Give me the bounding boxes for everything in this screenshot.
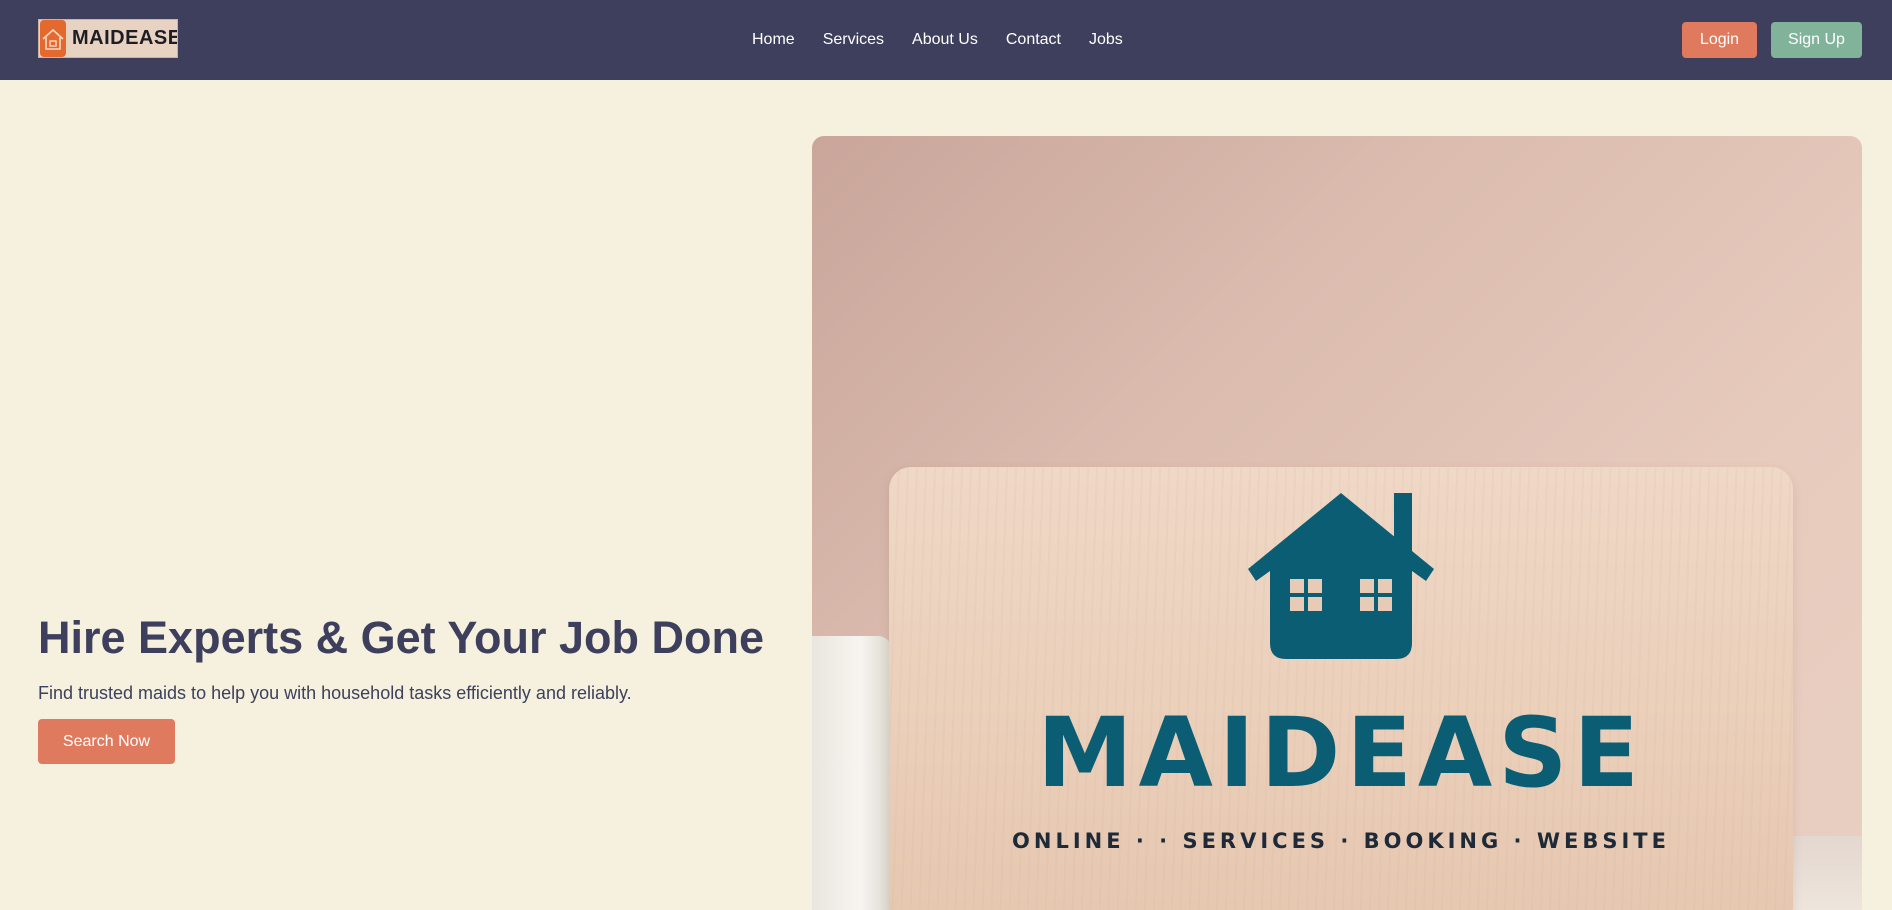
house-icon (40, 20, 66, 57)
nav-link-jobs[interactable]: Jobs (1089, 31, 1123, 49)
nav-link-services[interactable]: Services (823, 31, 884, 49)
sign-tagline: ONLINE · · SERVICES · BOOKING · WEBSITE (1012, 829, 1670, 853)
nav-link-home[interactable]: Home (752, 31, 795, 49)
login-button[interactable]: Login (1682, 22, 1757, 58)
hero-title: Hire Experts & Get Your Job Done (38, 612, 764, 663)
logo-text: MAIDEASE (72, 27, 178, 49)
hero-image: MAIDEASE ONLINE · · SERVICES · BOOKING ·… (812, 136, 1862, 910)
main-nav: Home Services About Us Contact Jobs (752, 0, 1123, 80)
sign-up-button[interactable]: Sign Up (1771, 22, 1862, 58)
search-now-button[interactable]: Search Now (38, 719, 175, 764)
hero-subtitle: Find trusted maids to help you with hous… (38, 683, 632, 703)
top-navbar: MAIDEASE Home Services About Us Contact … (0, 0, 1892, 80)
nav-link-contact[interactable]: Contact (1006, 31, 1061, 49)
nav-link-about-us[interactable]: About Us (912, 31, 978, 49)
brand-logo[interactable]: MAIDEASE (38, 19, 178, 58)
wooden-sign: MAIDEASE ONLINE · · SERVICES · BOOKING ·… (889, 467, 1793, 910)
white-cup (812, 636, 892, 910)
sign-brand-text: MAIDEASE (1037, 697, 1645, 809)
house-icon (1248, 493, 1434, 659)
